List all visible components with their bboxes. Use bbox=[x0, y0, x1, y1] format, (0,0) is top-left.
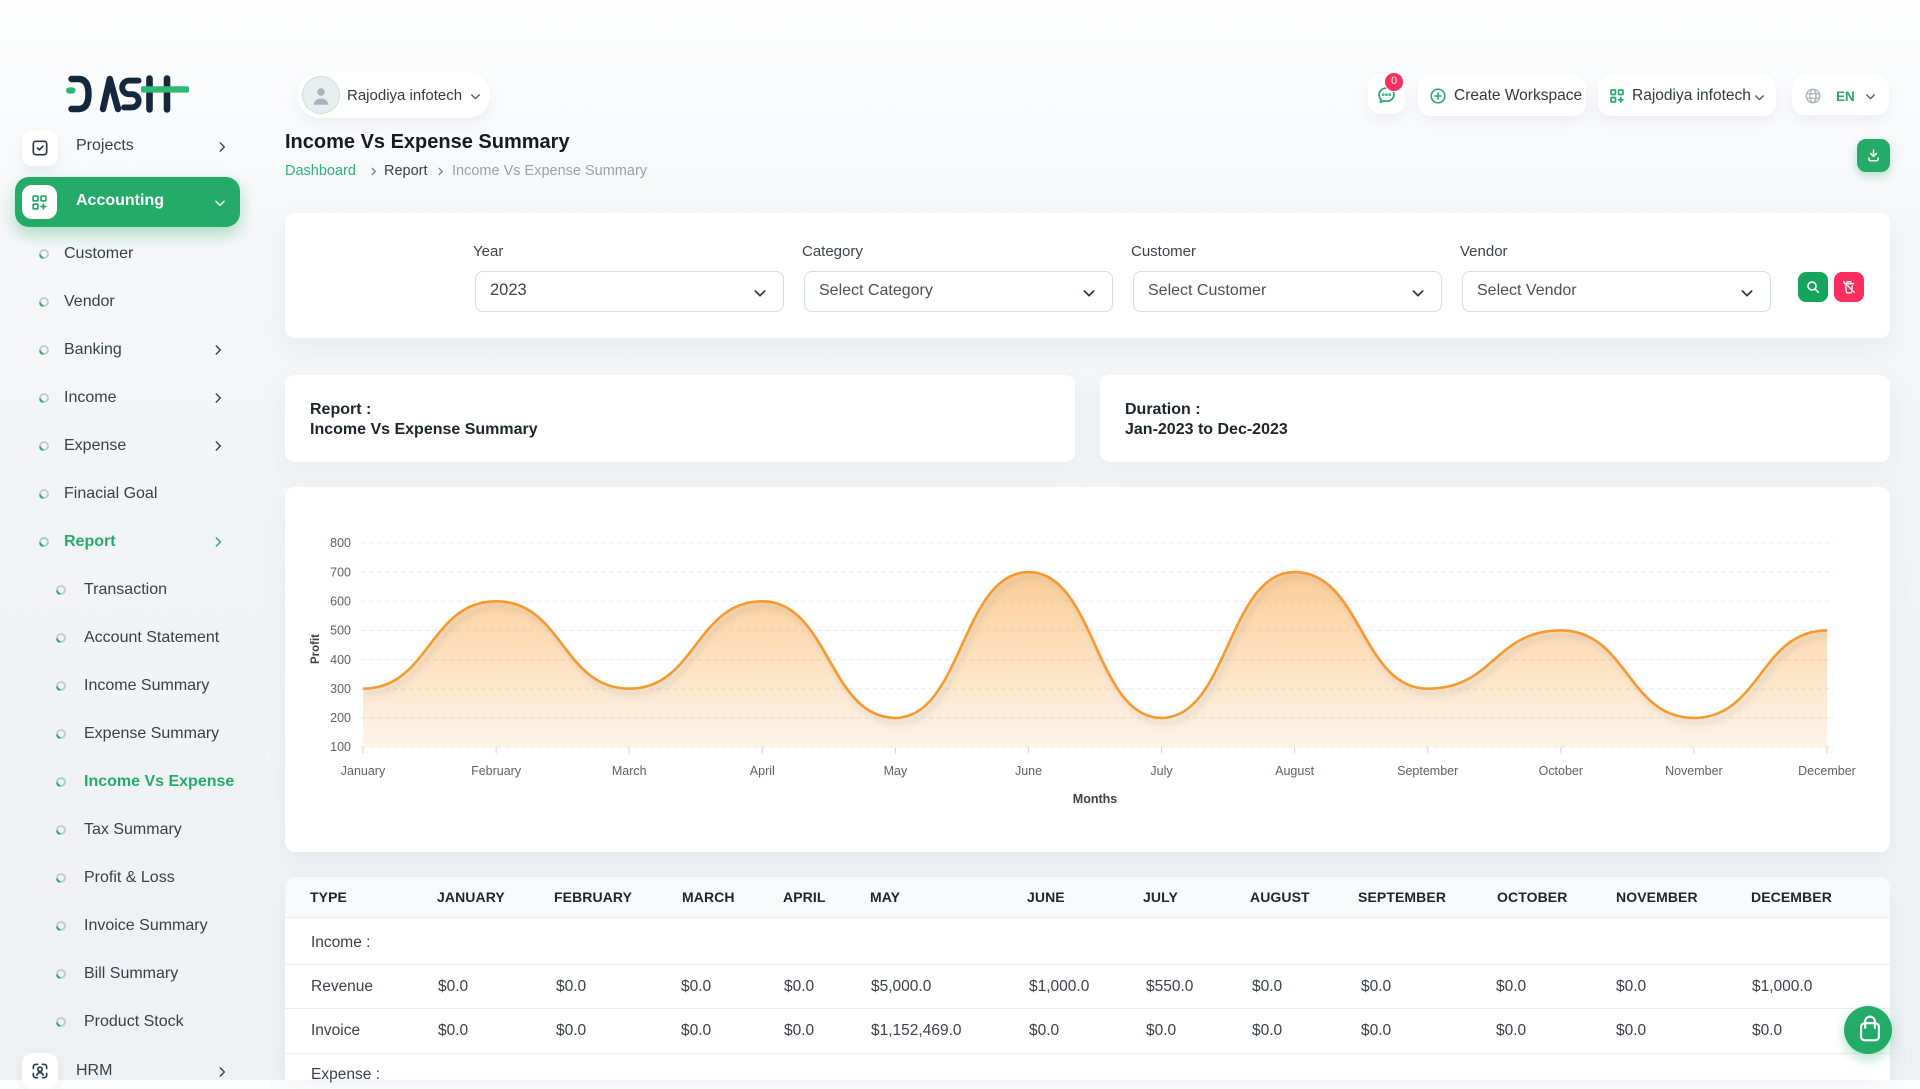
svg-text:June: June bbox=[1015, 764, 1042, 778]
svg-text:April: April bbox=[750, 764, 775, 778]
svg-text:800: 800 bbox=[330, 536, 351, 550]
svg-text:200: 200 bbox=[330, 711, 351, 725]
svg-text:July: July bbox=[1150, 764, 1173, 778]
svg-text:October: October bbox=[1539, 764, 1583, 778]
svg-text:August: August bbox=[1275, 764, 1314, 778]
svg-text:January: January bbox=[341, 764, 386, 778]
svg-text:500: 500 bbox=[330, 624, 351, 638]
svg-text:Months: Months bbox=[1073, 792, 1117, 806]
svg-text:November: November bbox=[1665, 764, 1723, 778]
svg-text:Profit: Profit bbox=[310, 634, 322, 664]
svg-text:700: 700 bbox=[330, 565, 351, 579]
svg-text:300: 300 bbox=[330, 682, 351, 696]
svg-text:September: September bbox=[1397, 764, 1458, 778]
svg-text:March: March bbox=[612, 764, 647, 778]
svg-text:100: 100 bbox=[330, 740, 351, 754]
svg-text:February: February bbox=[471, 764, 522, 778]
svg-text:600: 600 bbox=[330, 595, 351, 609]
svg-text:400: 400 bbox=[330, 653, 351, 667]
svg-text:May: May bbox=[884, 764, 908, 778]
svg-text:December: December bbox=[1798, 764, 1856, 778]
